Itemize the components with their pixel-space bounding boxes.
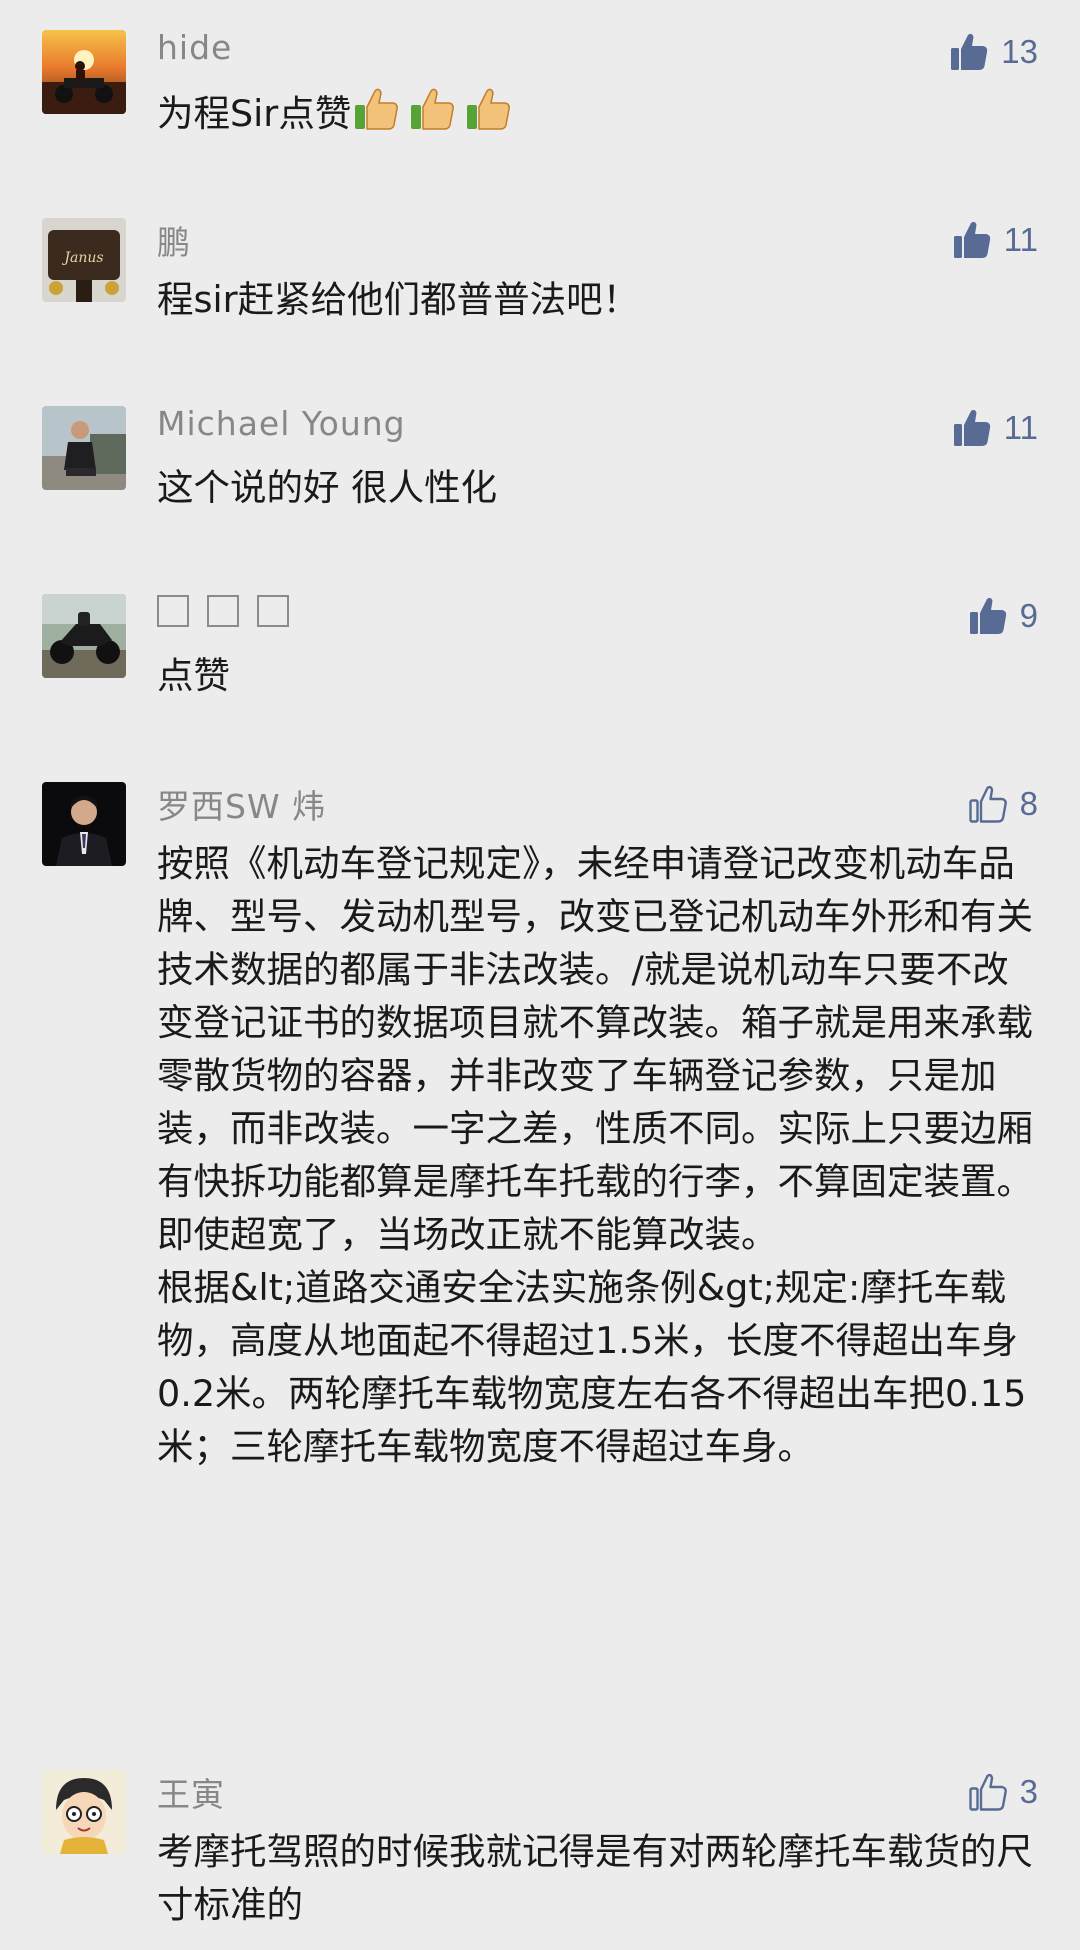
comment-item: 王寅 考摩托驾照的时候我就记得是有对两轮摩托车载货的尺寸标准的 3 [0, 1770, 1080, 1950]
thumbs-up-emoji-icon [355, 88, 399, 130]
comment-text: 程sir赶紧给他们都普普法吧！ [157, 278, 640, 321]
commenter-name[interactable]: hide [157, 28, 232, 67]
avatar[interactable] [42, 1770, 126, 1854]
avatar[interactable]: Janus [42, 218, 126, 302]
placeholder-glyph [157, 595, 189, 627]
comment-item: hide 为程Sir点赞 13 [0, 28, 1080, 140]
comment-item: □ □ □ 点赞 9 [0, 594, 1080, 704]
commenter-name[interactable]: 王寅 [157, 1768, 225, 1816]
thumbs-up-filled-icon [953, 409, 990, 446]
placeholder-glyph [257, 595, 289, 627]
thumbs-up-emoji-icon [467, 88, 511, 130]
like-count: 8 [1019, 785, 1038, 822]
placeholder-glyph [207, 595, 239, 627]
comment-text: 这个说的好 很人性化 [157, 466, 498, 509]
commenter-name[interactable]: Michael Young [157, 404, 406, 443]
comment-item: Janus 鹏 程sir赶紧给他们都普普法吧！ 11 [0, 218, 1080, 328]
comment-text: 考摩托驾照的时候我就记得是有对两轮摩托车载货的尺寸标准的 [157, 1830, 1033, 1926]
like-count: 3 [1019, 1773, 1038, 1810]
svg-text:Janus: Janus [61, 250, 103, 266]
avatar[interactable] [42, 406, 126, 490]
like-count: 13 [1001, 33, 1038, 70]
comment-text: 按照《机动车登记规定》，未经申请登记改变机动车品牌、型号、发动机型号，改变已登记… [157, 842, 1033, 1468]
like-count: 9 [1019, 597, 1038, 634]
commenter-name[interactable]: 鹏 [157, 216, 191, 264]
avatar[interactable] [42, 594, 126, 678]
thumbs-up-filled-icon [969, 597, 1006, 634]
thumbs-up-emoji-icon [411, 88, 455, 130]
like-button[interactable]: 13 [949, 28, 1038, 76]
like-button[interactable]: 11 [952, 216, 1038, 264]
like-button[interactable]: 3 [968, 1768, 1038, 1816]
commenter-name[interactable]: 罗西SW 炜 [157, 780, 326, 828]
comment-text-body: 为程Sir点赞 [157, 92, 352, 135]
thumbs-up-outline-icon [968, 1773, 1007, 1811]
commenter-name[interactable]: □ □ □ [157, 592, 307, 631]
thumbs-up-filled-icon [953, 221, 990, 258]
like-button[interactable]: 11 [952, 404, 1038, 452]
like-count: 11 [1003, 409, 1038, 446]
comment-item: 罗西SW 炜 按照《机动车登记规定》，未经申请登记改变机动车品牌、型号、发动机型… [0, 782, 1080, 1702]
avatar[interactable] [42, 30, 126, 114]
emoji-group [351, 88, 519, 135]
comment-text: 为程Sir点赞 [157, 85, 1037, 140]
thumbs-up-filled-icon [951, 33, 988, 70]
comment-text: 点赞 [157, 654, 230, 697]
like-button[interactable]: 9 [968, 592, 1038, 640]
like-button[interactable]: 8 [968, 780, 1038, 828]
avatar[interactable] [42, 782, 126, 866]
thumbs-up-outline-icon [968, 785, 1007, 823]
comment-list: hide 为程Sir点赞 13 Janus 鹏 程sir赶紧给他们都普普法吧！ … [0, 0, 1080, 1950]
like-count: 11 [1003, 221, 1038, 258]
comment-item: Michael Young 这个说的好 很人性化 11 [0, 404, 1080, 516]
